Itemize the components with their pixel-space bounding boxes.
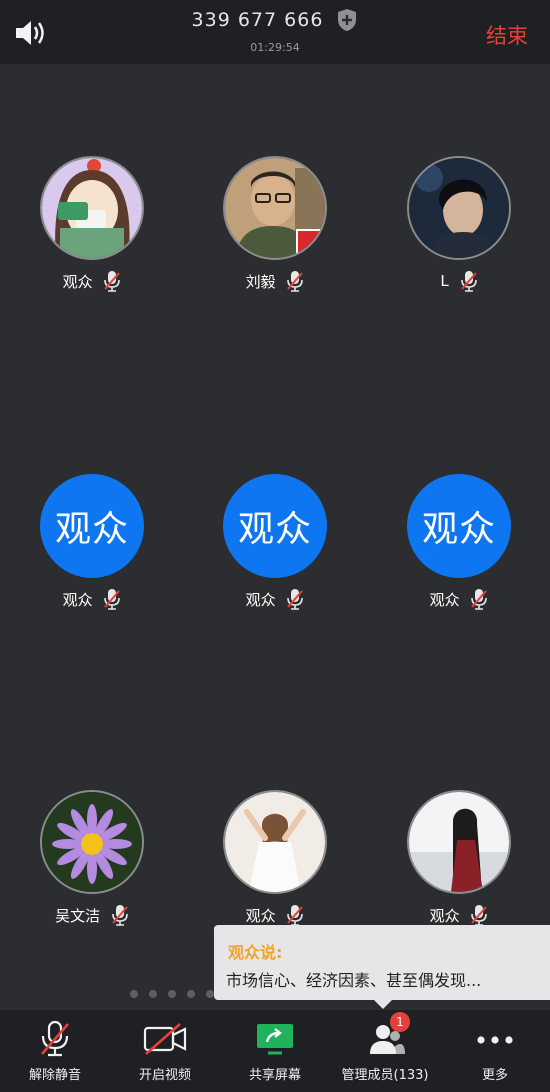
share-screen-button[interactable]: 共享屏幕 (220, 1010, 330, 1092)
purple-flower-avatar (42, 792, 142, 892)
meeting-id-line[interactable]: 339 677 666 (0, 8, 550, 32)
mic-muted-icon (287, 905, 304, 926)
participant-name: 观众 (245, 590, 276, 609)
man-glasses-avatar (225, 158, 325, 258)
unmute-button[interactable]: 解除静音 (0, 1010, 110, 1092)
more-dots-icon (477, 1036, 513, 1044)
unmute-label: 解除静音 (28, 1068, 81, 1083)
participant-tile[interactable]: 观众 (384, 790, 534, 940)
participant-name: 观众 (62, 590, 93, 609)
mic-muted-icon (460, 271, 477, 292)
participant-tile[interactable]: 刘毅 (200, 156, 350, 306)
mic-muted-icon (104, 271, 121, 292)
participant-name: 吴文洁 (55, 906, 101, 925)
mic-muted-icon (104, 589, 121, 610)
mic-muted-icon (112, 905, 128, 926)
page-dot[interactable] (149, 990, 157, 998)
participant-name: L (440, 272, 449, 290)
mic-muted-icon (471, 905, 488, 926)
girl-long-hair-avatar (409, 792, 509, 892)
page-dot[interactable] (168, 990, 176, 998)
avatar (223, 790, 327, 894)
cartoon-girl-avatar (42, 158, 142, 258)
end-meeting-button[interactable]: 结束 (486, 20, 528, 50)
participant-tile[interactable]: 观众 (200, 790, 350, 940)
participant-tile[interactable]: 观众 观众 (17, 474, 167, 624)
girl-white-dress-avatar (225, 792, 325, 892)
top-bar: 339 677 666 01:29:54 结束 (0, 0, 550, 64)
chat-message: 市场信心、经济因素、甚至偶发现... (226, 971, 482, 990)
page-dot[interactable] (130, 990, 138, 998)
participant-name: 观众 (429, 906, 460, 925)
participant-name: 观众 (245, 906, 276, 925)
mic-off-icon (41, 1020, 69, 1057)
more-label: 更多 (481, 1068, 508, 1083)
avatar (40, 790, 144, 894)
mic-muted-icon (287, 589, 304, 610)
manage-members-label: 管理成员(133) (341, 1068, 429, 1083)
participant-tile[interactable]: 观众 观众 (200, 474, 350, 624)
avatar (407, 790, 511, 894)
participant-name: 观众 (429, 590, 460, 609)
avatar (407, 156, 511, 260)
manage-members-button[interactable]: 1 管理成员(133) (330, 1010, 440, 1092)
participant-tile[interactable]: L (384, 156, 534, 306)
chat-bubble[interactable]: 观众说: 市场信心、经济因素、甚至偶发现... (214, 925, 550, 1009)
page-dot[interactable] (206, 990, 214, 998)
text-avatar: 观众 (223, 474, 327, 578)
share-screen-icon (257, 1024, 293, 1055)
chat-sender: 观众说: (228, 943, 283, 962)
participant-tile[interactable]: 观众 (17, 156, 167, 306)
share-screen-label: 共享屏幕 (248, 1068, 301, 1083)
members-badge: 1 (390, 1012, 410, 1032)
text-avatar: 观众 (40, 474, 144, 578)
meeting-timer: 01:29:54 (250, 41, 300, 54)
more-button[interactable]: 更多 (440, 1010, 550, 1092)
meeting-id: 339 677 666 (191, 9, 324, 31)
bottom-toolbar: 解除静音 开启视频 共享屏幕 1 管理成员(133) 更多 (0, 1010, 550, 1092)
start-video-button[interactable]: 开启视频 (110, 1010, 220, 1092)
mic-muted-icon (471, 589, 488, 610)
participant-tile[interactable]: 吴文洁 (17, 790, 167, 940)
participant-tile[interactable]: 观众 观众 (384, 474, 534, 624)
video-off-icon (143, 1023, 187, 1055)
start-video-label: 开启视频 (138, 1068, 191, 1083)
participant-name: 观众 (62, 272, 93, 291)
shield-icon[interactable] (336, 8, 358, 32)
man-dark-hair-avatar (409, 158, 509, 258)
text-avatar: 观众 (407, 474, 511, 578)
page-dot[interactable] (187, 990, 195, 998)
avatar (40, 156, 144, 260)
mic-muted-icon (287, 271, 304, 292)
participant-name: 刘毅 (245, 272, 276, 291)
avatar (223, 156, 327, 260)
